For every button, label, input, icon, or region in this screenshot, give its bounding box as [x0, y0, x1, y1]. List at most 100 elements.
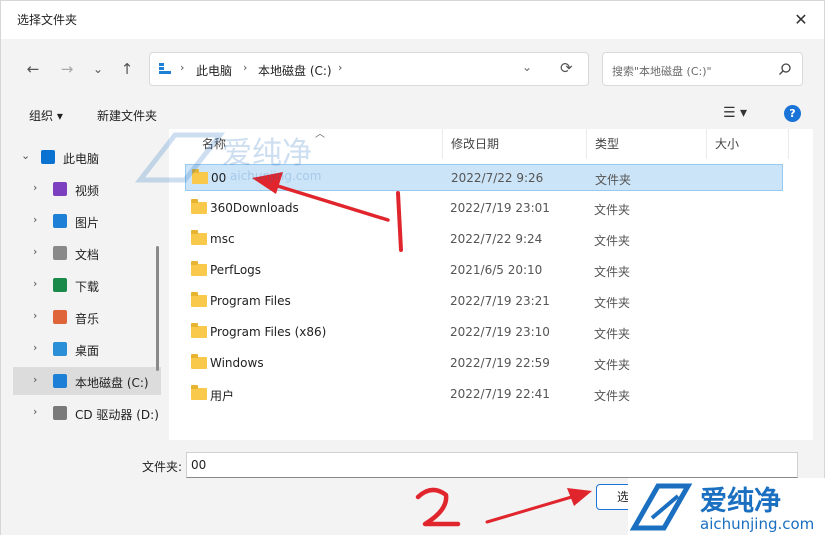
- sidebar-item-label: 图片: [75, 216, 100, 230]
- expand-chevron-right-icon[interactable]: ›: [33, 245, 37, 258]
- sidebar-item[interactable]: › 图片: [13, 207, 161, 235]
- watermark-badge: 爱纯净 aichunjing.com: [628, 478, 825, 535]
- close-icon[interactable]: ✕: [788, 9, 814, 31]
- sidebar-item-label: 本地磁盘 (C:): [75, 376, 149, 390]
- desktop-icon: [53, 342, 67, 356]
- sidebar-item[interactable]: › 文档: [13, 239, 161, 267]
- column-header-type[interactable]: 类型: [587, 129, 707, 159]
- recent-locations-chevron-icon[interactable]: ⌄: [86, 57, 110, 81]
- expand-chevron-right-icon[interactable]: ›: [33, 213, 37, 226]
- sidebar-item[interactable]: ⌄ 此电脑: [13, 143, 161, 171]
- sidebar-item[interactable]: › 音乐: [13, 303, 161, 331]
- watermark-logo: 爱纯净 aichunjing.com: [629, 483, 814, 533]
- breadcrumb-this-pc[interactable]: 此电脑: [196, 62, 232, 79]
- file-name: Windows: [210, 356, 264, 370]
- expand-chevron-down-icon[interactable]: ⌄: [21, 149, 30, 162]
- sidebar-item-label: 视频: [75, 184, 100, 198]
- cd-drive-icon: [53, 406, 67, 420]
- breadcrumb-local-disk[interactable]: 本地磁盘 (C:): [258, 62, 332, 79]
- file-modified-date: 2021/6/5 20:10: [450, 263, 543, 277]
- select-folder-dialog: 选择文件夹 ✕ ← → ⌄ ↑ › 此电脑 › 本地磁盘 (C:) › ⌄ ⟳ …: [0, 0, 825, 535]
- navigation-bar: ← → ⌄ ↑ › 此电脑 › 本地磁盘 (C:) › ⌄ ⟳ 搜索"本地磁盘 …: [1, 39, 824, 99]
- file-name: PerfLogs: [210, 263, 262, 277]
- file-row[interactable]: 360Downloads 2022/7/19 23:01 文件夹: [185, 195, 783, 222]
- file-name: 用户: [210, 389, 235, 403]
- file-row[interactable]: PerfLogs 2021/6/5 20:10 文件夹: [185, 257, 783, 284]
- folder-icon: [191, 261, 207, 276]
- expand-chevron-right-icon[interactable]: ›: [33, 373, 37, 386]
- folder-icon: [191, 323, 207, 338]
- file-name: Program Files (x86): [210, 325, 327, 339]
- sidebar-item-label: 下载: [75, 280, 100, 294]
- organize-menu-button[interactable]: 组织 ▾: [29, 107, 63, 124]
- expand-chevron-right-icon[interactable]: ›: [33, 405, 37, 418]
- file-modified-date: 2022/7/22 9:26: [451, 171, 544, 185]
- view-options-icon[interactable]: ☰ ▾: [723, 105, 747, 121]
- monitor-icon: [41, 150, 55, 164]
- file-type: 文件夹: [595, 173, 632, 187]
- file-modified-date: 2022/7/22 9:24: [450, 232, 543, 246]
- back-arrow-icon[interactable]: ←: [21, 57, 45, 81]
- expand-chevron-right-icon[interactable]: ›: [33, 309, 37, 322]
- sidebar-item[interactable]: › 视频: [13, 175, 161, 203]
- forward-arrow-icon[interactable]: →: [55, 57, 79, 81]
- breadcrumb-separator-icon: ›: [243, 61, 248, 74]
- sidebar-item[interactable]: › CD 驱动器 (D:): [13, 399, 161, 427]
- folder-icon: [191, 199, 207, 214]
- picture-icon: [53, 214, 67, 228]
- expand-chevron-right-icon[interactable]: ›: [33, 277, 37, 290]
- document-icon: [53, 246, 67, 260]
- help-icon[interactable]: ?: [784, 105, 801, 122]
- file-type: 文件夹: [594, 234, 631, 248]
- folder-icon: [192, 169, 208, 184]
- column-header-date[interactable]: 修改日期: [443, 129, 587, 159]
- file-row[interactable]: Program Files 2022/7/19 23:21 文件夹: [185, 288, 783, 315]
- download-icon: [53, 278, 67, 292]
- folder-icon: [191, 292, 207, 307]
- address-bar[interactable]: › 此电脑 › 本地磁盘 (C:) › ⌄ ⟳: [149, 52, 589, 86]
- file-type: 文件夹: [594, 265, 631, 279]
- file-name: Program Files: [210, 294, 291, 308]
- file-row[interactable]: 用户 2022/7/19 22:41 文件夹: [185, 381, 783, 408]
- refresh-icon[interactable]: ⟳: [560, 59, 573, 77]
- sidebar-item-label: CD 驱动器 (D:): [75, 408, 159, 422]
- file-type: 文件夹: [594, 358, 631, 372]
- column-header-name[interactable]: 名称: [194, 129, 443, 159]
- file-modified-date: 2022/7/19 22:41: [450, 387, 550, 401]
- sidebar-item[interactable]: › 下载: [13, 271, 161, 299]
- expand-chevron-right-icon[interactable]: ›: [33, 181, 37, 194]
- folder-icon: [191, 385, 207, 400]
- file-row[interactable]: 00 2022/7/22 9:26 文件夹: [185, 164, 783, 191]
- file-row[interactable]: Windows 2022/7/19 22:59 文件夹: [185, 350, 783, 377]
- file-name: 00: [211, 171, 227, 185]
- new-folder-button[interactable]: 新建文件夹: [97, 107, 157, 124]
- navigation-pane: ⌄ 此电脑 › 视频 › 图片 › 文档 › 下载 › 音乐 › 桌面 › 本地磁盘 (C:) › CD 驱动器 …: [13, 129, 161, 440]
- sidebar-item-label: 文档: [75, 248, 100, 262]
- up-arrow-icon[interactable]: ↑: [115, 57, 139, 81]
- file-name: 360Downloads: [210, 201, 299, 215]
- breadcrumb-separator-icon: ›: [180, 61, 185, 74]
- dialog-title: 选择文件夹: [17, 13, 78, 27]
- sidebar-item-label: 桌面: [75, 344, 100, 358]
- sidebar-item[interactable]: › 本地磁盘 (C:): [13, 367, 161, 395]
- file-row[interactable]: Program Files (x86) 2022/7/19 23:10 文件夹: [185, 319, 783, 346]
- search-icon[interactable]: [778, 62, 792, 76]
- folder-icon: [191, 354, 207, 369]
- sidebar-item[interactable]: › 桌面: [13, 335, 161, 363]
- drive-icon: [53, 374, 67, 388]
- file-row[interactable]: msc 2022/7/22 9:24 文件夹: [185, 226, 783, 253]
- video-icon: [53, 182, 67, 196]
- navigation-pane-scrollbar[interactable]: [156, 246, 159, 371]
- expand-chevron-right-icon[interactable]: ›: [33, 341, 37, 354]
- file-modified-date: 2022/7/19 22:59: [450, 356, 550, 370]
- search-box[interactable]: 搜索"本地磁盘 (C:)": [602, 52, 803, 86]
- column-header-size[interactable]: 大小: [707, 129, 789, 159]
- file-name: msc: [210, 232, 235, 246]
- title-bar: 选择文件夹 ✕: [1, 1, 824, 39]
- folder-name-input[interactable]: 00: [186, 452, 798, 478]
- this-pc-icon: [159, 63, 171, 74]
- file-modified-date: 2022/7/19 23:21: [450, 294, 550, 308]
- address-dropdown-chevron-icon[interactable]: ⌄: [522, 60, 532, 74]
- file-modified-date: 2022/7/19 23:10: [450, 325, 550, 339]
- file-list: ︿ 名称 修改日期 类型 大小 00 2022/7/22 9:26 文件夹 360Do…: [169, 129, 813, 440]
